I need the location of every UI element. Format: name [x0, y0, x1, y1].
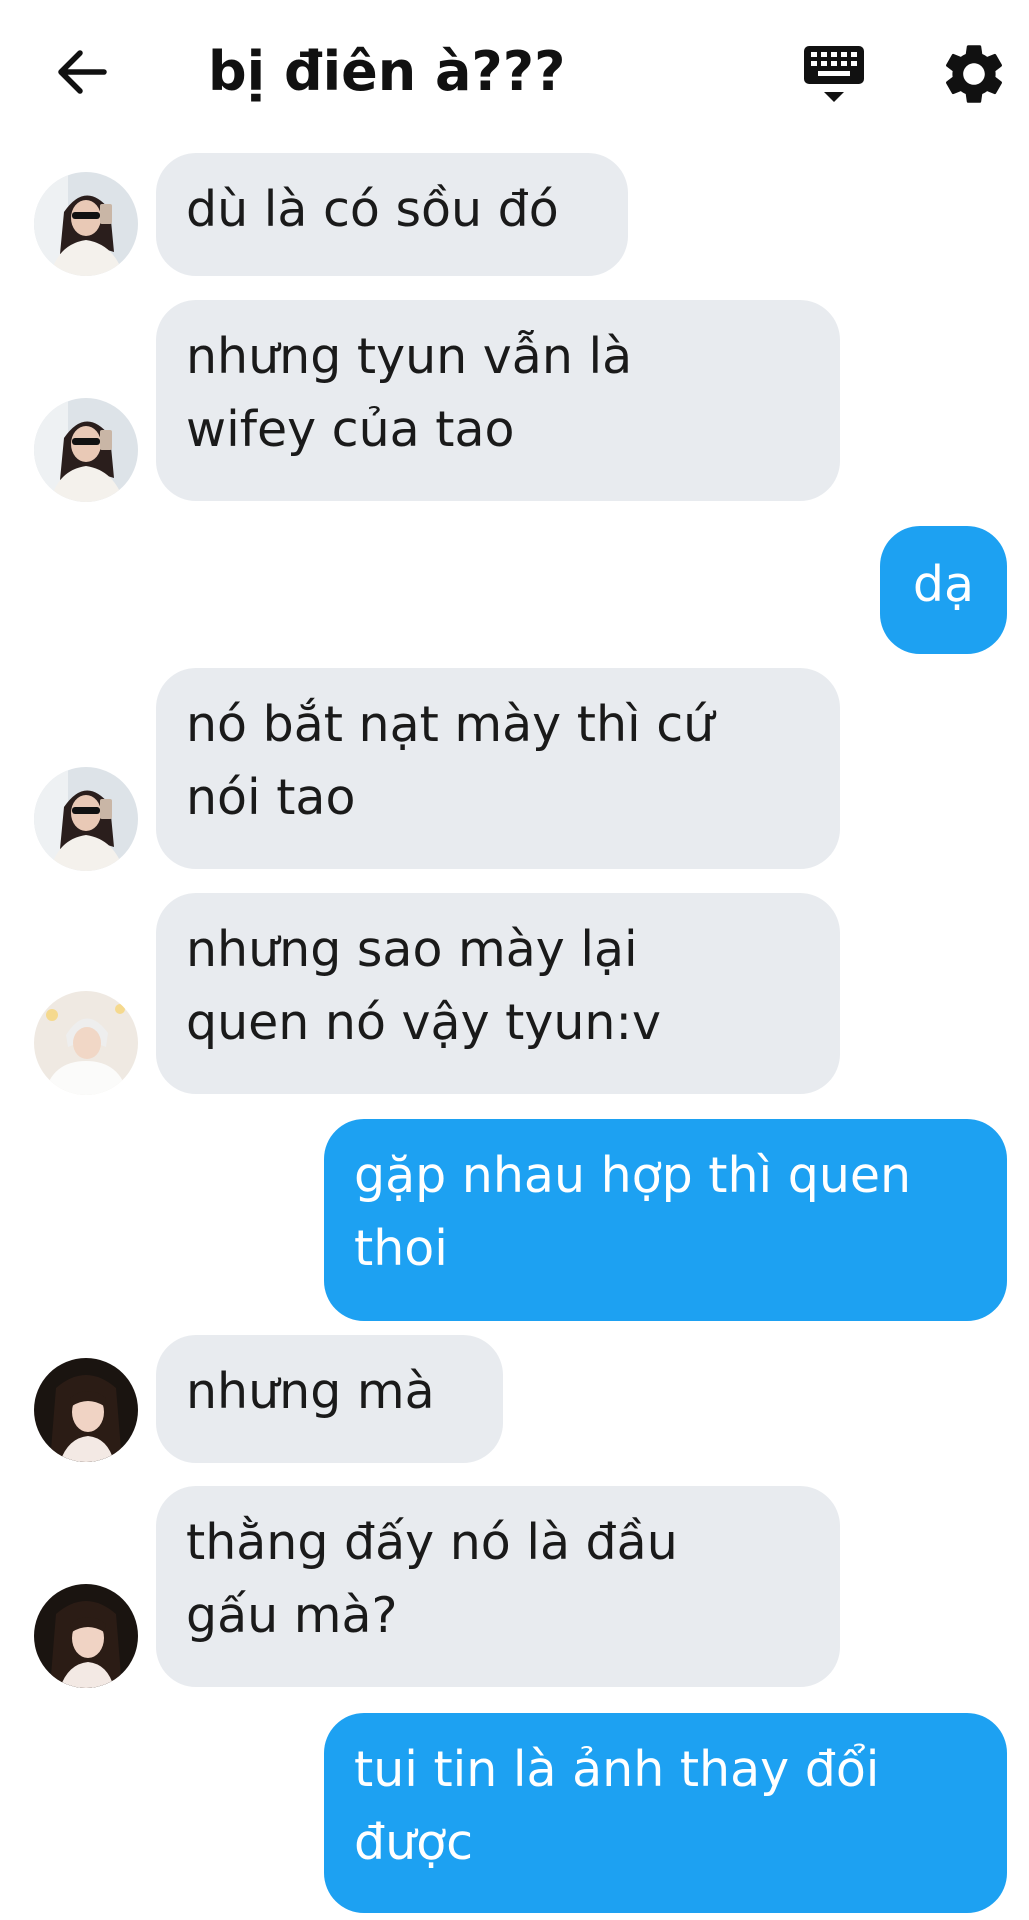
message-bubble[interactable]: nó bắt nạt mày thì cứ nói tao	[156, 668, 840, 869]
avatar[interactable]	[34, 1358, 138, 1462]
settings-button[interactable]	[938, 38, 1010, 110]
message-bubble[interactable]: dù là có sồu đó	[156, 153, 628, 276]
avatar[interactable]	[34, 398, 138, 502]
avatar[interactable]	[34, 1584, 138, 1688]
arrow-left-icon	[58, 50, 107, 94]
message-bubble[interactable]: gặp nhau hợp thì quen thoi	[324, 1119, 1007, 1321]
message-bubble[interactable]: nhưng tyun vẫn là wifey của tao	[156, 300, 840, 501]
message-bubble[interactable]: thằng đấy nó là đầu gấu mà?	[156, 1486, 840, 1687]
chat-screen: bị điên à??? dù là có sồu đó nhưng tyun …	[0, 0, 1029, 1920]
message-bubble[interactable]: dạ	[880, 526, 1007, 654]
avatar[interactable]	[34, 767, 138, 871]
chat-header: bị điên à???	[0, 0, 1029, 145]
avatar[interactable]	[34, 172, 138, 276]
back-button[interactable]	[50, 40, 114, 104]
avatar[interactable]	[34, 991, 138, 1095]
keyboard-toggle-button[interactable]	[798, 38, 870, 110]
message-bubble[interactable]: nhưng mà	[156, 1335, 503, 1463]
message-bubble[interactable]: nhưng sao mày lại quen nó vậy tyun:v	[156, 893, 840, 1094]
message-bubble[interactable]: tui tin là ảnh thay đổi được	[324, 1713, 1007, 1913]
gear-icon	[945, 45, 1003, 103]
keyboard-icon	[804, 46, 864, 102]
conversation-title: bị điên à???	[208, 40, 566, 103]
